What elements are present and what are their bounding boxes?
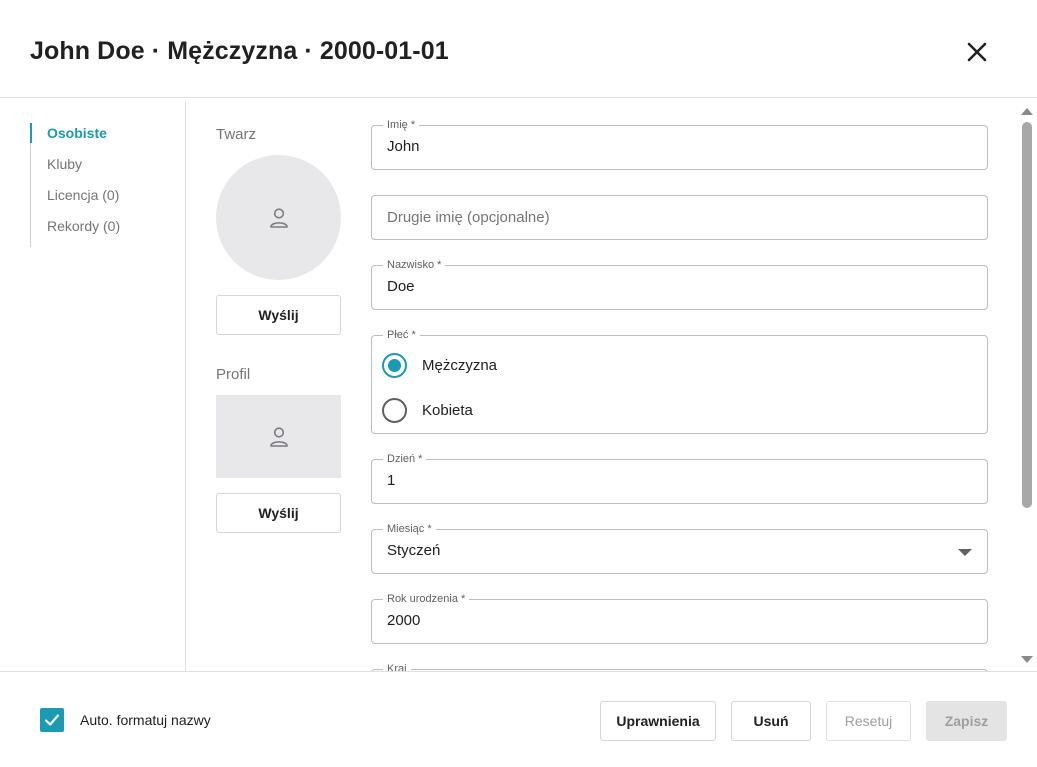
person-icon <box>269 426 288 447</box>
dialog-footer: Auto. formatuj nazwy Uprawnienia Usuń Re… <box>0 671 1037 767</box>
first-name-label: Imię * <box>383 119 420 132</box>
dropdown-arrow-icon[interactable] <box>958 549 972 556</box>
country-label: Kraj <box>383 663 411 671</box>
check-icon <box>44 714 60 726</box>
profile-photo-label: Profil <box>216 366 251 383</box>
day-field[interactable]: Dzień * 1 <box>371 453 988 504</box>
nav-item-kluby[interactable]: Kluby <box>31 154 180 185</box>
birth-year-field[interactable]: Rok urodzenia * 2000 <box>371 593 988 644</box>
form-scroll-area: Imię * John Nazwisko * Doe Płeć * Mężczy… <box>371 100 991 671</box>
scrollbar-thumb[interactable] <box>1022 122 1032 508</box>
last-name-field[interactable]: Nazwisko * Doe <box>371 259 988 310</box>
day-label: Dzień * <box>383 453 427 466</box>
gender-option-male[interactable]: Mężczyzna <box>382 352 497 378</box>
nav-item-licencja[interactable]: Licencja (0) <box>31 185 180 216</box>
close-icon <box>967 42 987 62</box>
profile-upload-button[interactable]: Wyślij <box>216 493 341 533</box>
person-icon <box>269 207 288 228</box>
nav-divider <box>185 101 186 671</box>
permissions-button[interactable]: Uprawnienia <box>600 701 716 741</box>
birth-year-label: Rok urodzenia * <box>383 593 470 606</box>
face-photo-placeholder <box>216 155 341 280</box>
gender-fieldset: Płeć * Mężczyzna Kobieta <box>371 329 988 434</box>
gender-option-female[interactable]: Kobieta <box>382 397 473 423</box>
middle-name-field[interactable] <box>371 195 988 240</box>
month-label: Miesiąc * <box>383 523 436 536</box>
form-scrollbar[interactable] <box>1019 100 1033 671</box>
nav-item-osobiste[interactable]: Osobiste <box>30 123 180 154</box>
gender-label: Płeć * <box>383 329 420 342</box>
reset-button[interactable]: Resetuj <box>826 701 911 741</box>
middle-name-input[interactable] <box>387 206 967 228</box>
profile-photo-placeholder <box>216 395 341 478</box>
first-name-value: John <box>387 138 420 155</box>
female-radio[interactable] <box>382 397 407 423</box>
delete-button[interactable]: Usuń <box>731 701 811 741</box>
section-nav: Osobiste Kluby Licencja (0) Rekordy (0) <box>30 123 180 247</box>
scroll-down-arrow-icon[interactable] <box>1021 656 1033 663</box>
close-button[interactable] <box>962 37 992 67</box>
auto-format-checkbox[interactable] <box>40 708 64 732</box>
last-name-value: Doe <box>387 278 415 295</box>
birth-year-value: 2000 <box>387 612 421 629</box>
female-radio-label: Kobieta <box>422 401 473 419</box>
month-select[interactable]: Miesiąc * Styczeń <box>371 523 988 574</box>
save-button[interactable]: Zapisz <box>926 701 1007 741</box>
last-name-label: Nazwisko * <box>383 259 446 272</box>
month-value: Styczeń <box>387 542 441 559</box>
auto-format-label: Auto. formatuj nazwy <box>80 712 211 728</box>
face-upload-button[interactable]: Wyślij <box>216 295 341 335</box>
face-photo-label: Twarz <box>216 126 257 143</box>
dialog-title: John Doe · Mężczyzna · 2000-01-01 <box>30 37 449 65</box>
dialog-header: John Doe · Mężczyzna · 2000-01-01 <box>0 0 1037 98</box>
first-name-field[interactable]: Imię * John <box>371 119 988 170</box>
male-radio[interactable] <box>382 352 407 378</box>
nav-item-rekordy[interactable]: Rekordy (0) <box>31 216 180 247</box>
male-radio-label: Mężczyzna <box>422 356 498 374</box>
scroll-up-arrow-icon[interactable] <box>1021 108 1033 115</box>
day-value: 1 <box>387 472 396 489</box>
